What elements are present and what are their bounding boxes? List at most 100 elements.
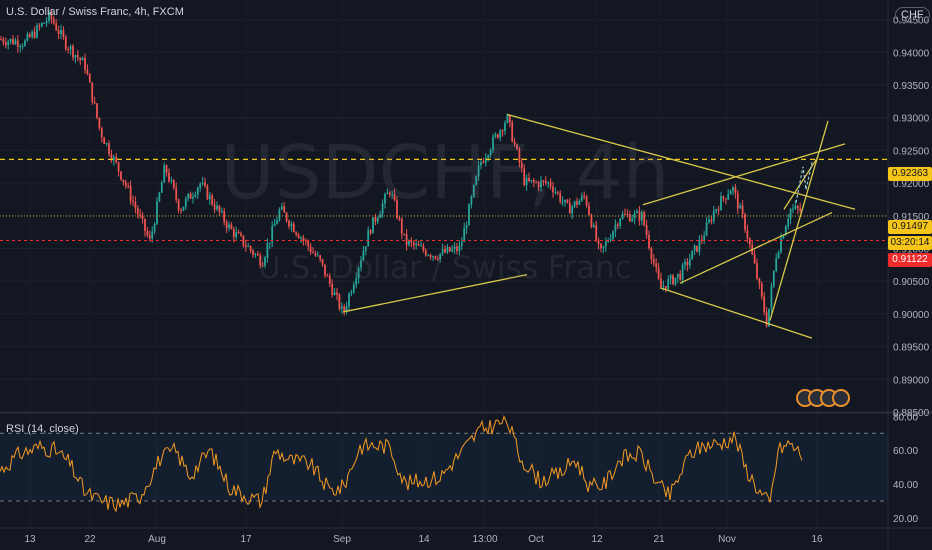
candle-body — [472, 184, 475, 197]
candle-body — [117, 162, 120, 172]
price-axis[interactable]: 0.945000.940000.935000.930000.925000.920… — [893, 16, 930, 419]
candle-body — [684, 261, 686, 265]
candle-body — [763, 296, 766, 313]
candle-body — [542, 180, 545, 182]
candle-body — [451, 248, 454, 252]
candle-body — [400, 218, 403, 234]
candle-body — [84, 57, 86, 70]
candle-body — [316, 255, 319, 257]
candle-body — [64, 36, 67, 50]
rsi-pane — [0, 414, 888, 513]
candle-body — [609, 238, 612, 241]
rsi-legend[interactable]: RSI (14, close) — [6, 423, 79, 435]
candle-body — [720, 196, 722, 211]
candle-body — [583, 195, 586, 197]
candle-body — [134, 201, 137, 209]
time-tick-label: 21 — [653, 534, 665, 545]
candle-body — [765, 312, 768, 327]
price-tick-label: 0.93500 — [893, 81, 930, 92]
candle-body — [676, 273, 679, 278]
candle-body — [240, 233, 242, 236]
candle-body — [355, 278, 358, 285]
candle-body — [499, 130, 502, 138]
candle-body — [208, 195, 211, 200]
time-tick-label: Oct — [528, 534, 544, 545]
candle-body — [367, 230, 370, 247]
candle-body — [772, 270, 775, 287]
candle-body — [170, 180, 173, 182]
candle-body — [331, 283, 334, 296]
candle-body — [429, 255, 432, 258]
candle-body — [261, 265, 264, 267]
candle-body — [28, 34, 31, 37]
candle-body — [496, 134, 499, 138]
candle-body — [88, 73, 91, 83]
candle-body — [283, 206, 286, 213]
price-tick-label: 0.93000 — [893, 114, 930, 125]
candle-body — [436, 258, 439, 260]
candle-body — [417, 243, 420, 246]
candle-body — [314, 252, 317, 256]
candle-body — [468, 204, 470, 226]
candles — [0, 9, 802, 328]
candle-body — [290, 223, 293, 227]
time-tick-label: 13 — [24, 534, 36, 545]
price-tick-label: 0.92500 — [893, 146, 930, 157]
candle-body — [213, 204, 216, 210]
candle-body — [244, 245, 247, 247]
candle-body — [566, 199, 569, 203]
candle-body — [556, 192, 559, 194]
candle-body — [792, 208, 794, 210]
candle-body — [506, 114, 509, 123]
candle-body — [547, 182, 550, 184]
candle-body — [199, 183, 202, 188]
candle-body — [115, 156, 118, 163]
candle-body — [225, 221, 228, 229]
candle-body — [19, 46, 22, 48]
candle-body — [568, 202, 571, 214]
candle-body — [588, 205, 590, 215]
rsi-axis[interactable]: 80.00 60.00 40.00 20.00 — [893, 412, 918, 524]
candle-body — [362, 250, 365, 261]
candle-body — [544, 180, 547, 184]
candle-body — [799, 208, 802, 211]
candle-body — [364, 246, 367, 251]
events-badge-icon[interactable] — [796, 387, 850, 409]
candle-body — [741, 205, 744, 215]
candle-body — [432, 256, 434, 258]
time-tick-label: Nov — [718, 534, 736, 545]
candle-body — [273, 224, 276, 227]
time-axis[interactable]: 13 22 Aug 17 Sep 14 13:00 Oct 12 21 Nov 16 — [24, 534, 823, 545]
price-chart[interactable]: 0.945000.940000.935000.930000.925000.920… — [0, 0, 932, 550]
currency-button[interactable]: CHF — [895, 7, 930, 23]
chart-title[interactable]: U.S. Dollar / Swiss Franc, 4h, FXCM — [6, 6, 184, 18]
candle-body — [403, 233, 406, 235]
candle-body — [172, 180, 175, 188]
candle-body — [513, 141, 516, 145]
candle-body — [746, 229, 749, 239]
candle-body — [475, 176, 478, 185]
candle-body — [386, 192, 389, 195]
candle-body — [40, 23, 43, 27]
candle-body — [374, 217, 377, 222]
candle-body — [756, 263, 758, 279]
candle-body — [571, 206, 574, 214]
candle-body — [309, 246, 312, 253]
candle-body — [494, 134, 497, 137]
candle-body — [237, 232, 240, 234]
candle-body — [595, 225, 598, 241]
candle-body — [448, 246, 451, 252]
candle-body — [744, 214, 746, 230]
candle-body — [612, 231, 614, 239]
candle-body — [381, 203, 384, 214]
candle-body — [393, 194, 396, 201]
candle-body — [540, 180, 542, 188]
candle-body — [302, 237, 305, 241]
candle-body — [295, 232, 298, 235]
candle-body — [165, 165, 168, 173]
candle-body — [669, 275, 672, 280]
time-tick-label: 17 — [240, 534, 252, 545]
candle-body — [350, 292, 353, 294]
candle-body — [14, 40, 17, 45]
candle-body — [223, 210, 226, 222]
